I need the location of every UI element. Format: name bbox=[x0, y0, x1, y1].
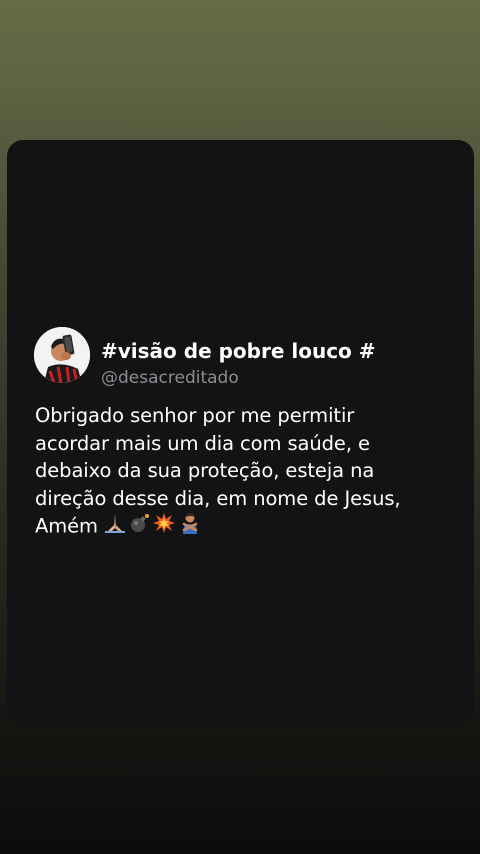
bomb-icon bbox=[128, 512, 150, 542]
post-text: Obrigado senhor por me permitir acordar … bbox=[35, 402, 455, 542]
post-text-last-line: Amém bbox=[35, 512, 455, 542]
emoji-row bbox=[104, 512, 204, 542]
username-handle[interactable]: @desacreditado bbox=[101, 366, 239, 390]
post-text-line: direção desse dia, em nome de Jesus, bbox=[35, 486, 401, 510]
post-text-line: acordar mais um dia com saúde, e bbox=[35, 431, 370, 455]
avatar[interactable] bbox=[34, 327, 90, 383]
post-text-line: debaixo da sua proteção, esteja na bbox=[35, 459, 375, 482]
praying-hands-icon bbox=[104, 512, 126, 542]
display-name[interactable]: #visão de pobre louco # bbox=[101, 338, 376, 364]
collision-icon bbox=[152, 512, 176, 542]
person-gesturing-no-icon bbox=[178, 512, 202, 542]
post-text-line: Amém bbox=[35, 514, 98, 538]
post-text-line: Obrigado senhor por me permitir bbox=[35, 404, 355, 427]
